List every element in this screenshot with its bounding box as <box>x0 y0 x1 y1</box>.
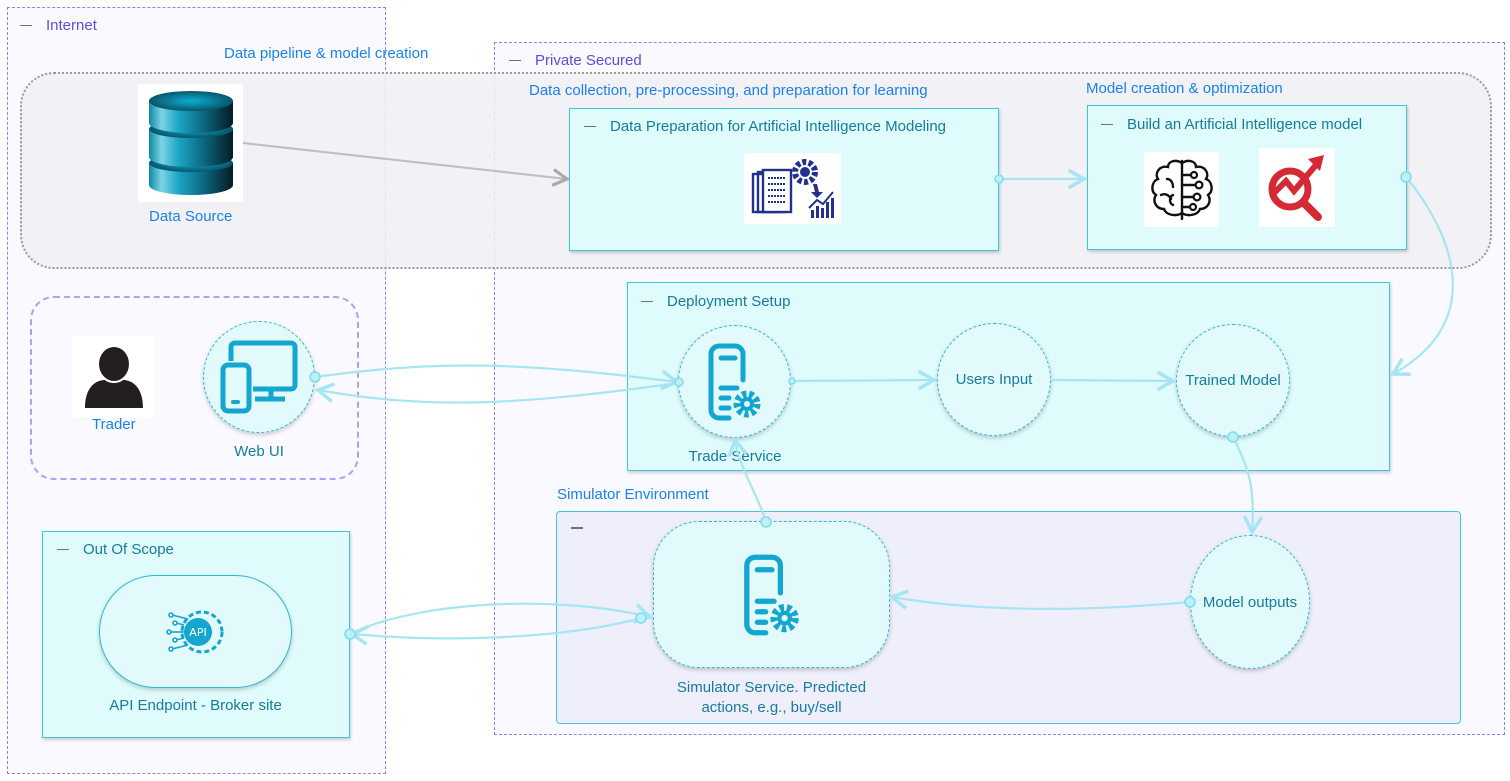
database-icon <box>148 91 233 195</box>
build-model-header: Build an Artificial Intelligence model <box>1101 116 1362 133</box>
simulator-service-node[interactable] <box>653 521 890 668</box>
trained-model-label: Trained Model <box>1185 372 1281 389</box>
desktop-mobile-icon <box>220 340 298 414</box>
data-preparation-title: Data Preparation for Artificial Intellig… <box>610 118 947 135</box>
data-source-node[interactable] <box>138 84 243 202</box>
collapse-icon[interactable] <box>57 548 69 551</box>
deployment-setup-header: Deployment Setup <box>641 293 790 310</box>
users-input-label: Users Input <box>955 371 1033 388</box>
pipeline-label: Data pipeline & model creation <box>224 45 429 62</box>
trade-service-label: Trade Service <box>688 448 782 465</box>
analytics-image <box>1259 148 1335 227</box>
zone-private-label: Private Secured <box>535 52 642 69</box>
server-gear-icon <box>743 554 799 635</box>
data-prep-image <box>744 153 841 224</box>
api-badge: API <box>189 626 206 639</box>
collapse-icon[interactable] <box>20 24 32 27</box>
model-creation-label: Model creation & optimization <box>1086 80 1283 97</box>
document-gear-chart-icon <box>751 158 834 218</box>
api-endpoint-label: API Endpoint - Broker site <box>109 697 282 714</box>
collapse-icon[interactable] <box>1101 123 1113 126</box>
server-gear-icon <box>708 343 760 420</box>
trained-model-node[interactable]: Trained Model <box>1176 324 1290 437</box>
trader-node[interactable] <box>72 336 155 418</box>
zone-internet-header[interactable]: Internet <box>20 17 97 34</box>
model-outputs-label: Model outputs <box>1202 593 1298 611</box>
data-source-label: Data Source <box>149 208 233 225</box>
zone-private-header[interactable]: Private Secured <box>509 52 642 69</box>
api-endpoint-node[interactable]: API <box>99 575 292 688</box>
web-ui-label: Web UI <box>234 443 284 460</box>
collapse-icon[interactable] <box>584 125 596 128</box>
deployment-setup-title: Deployment Setup <box>667 293 791 310</box>
data-collection-label: Data collection, pre-processing, and pre… <box>529 82 928 99</box>
web-ui-node[interactable] <box>203 321 315 433</box>
trade-service-node[interactable] <box>678 325 791 438</box>
data-preparation-header: Data Preparation for Artificial Intellig… <box>584 118 946 135</box>
ai-brain-image <box>1144 152 1219 227</box>
simulator-service-label: Simulator Service. Predicted actions, e.… <box>676 679 867 716</box>
build-model-title: Build an Artificial Intelligence model <box>1127 116 1363 133</box>
users-input-node[interactable]: Users Input <box>937 323 1051 436</box>
trader-label: Trader <box>92 416 136 433</box>
zone-internet-label: Internet <box>46 17 97 34</box>
magnifier-trend-icon <box>1268 154 1324 221</box>
simulator-env-label: Simulator Environment <box>557 486 709 503</box>
collapse-icon[interactable] <box>641 300 653 303</box>
api-gear-icon: API <box>165 610 223 653</box>
model-outputs-node[interactable]: Model outputs <box>1190 535 1310 669</box>
collapse-icon[interactable] <box>571 527 583 529</box>
out-of-scope-header: Out Of Scope <box>57 541 174 558</box>
out-of-scope-title: Out Of Scope <box>83 541 174 558</box>
person-icon <box>84 347 143 408</box>
ai-brain-icon <box>1150 159 1213 220</box>
collapse-icon[interactable] <box>509 59 521 62</box>
